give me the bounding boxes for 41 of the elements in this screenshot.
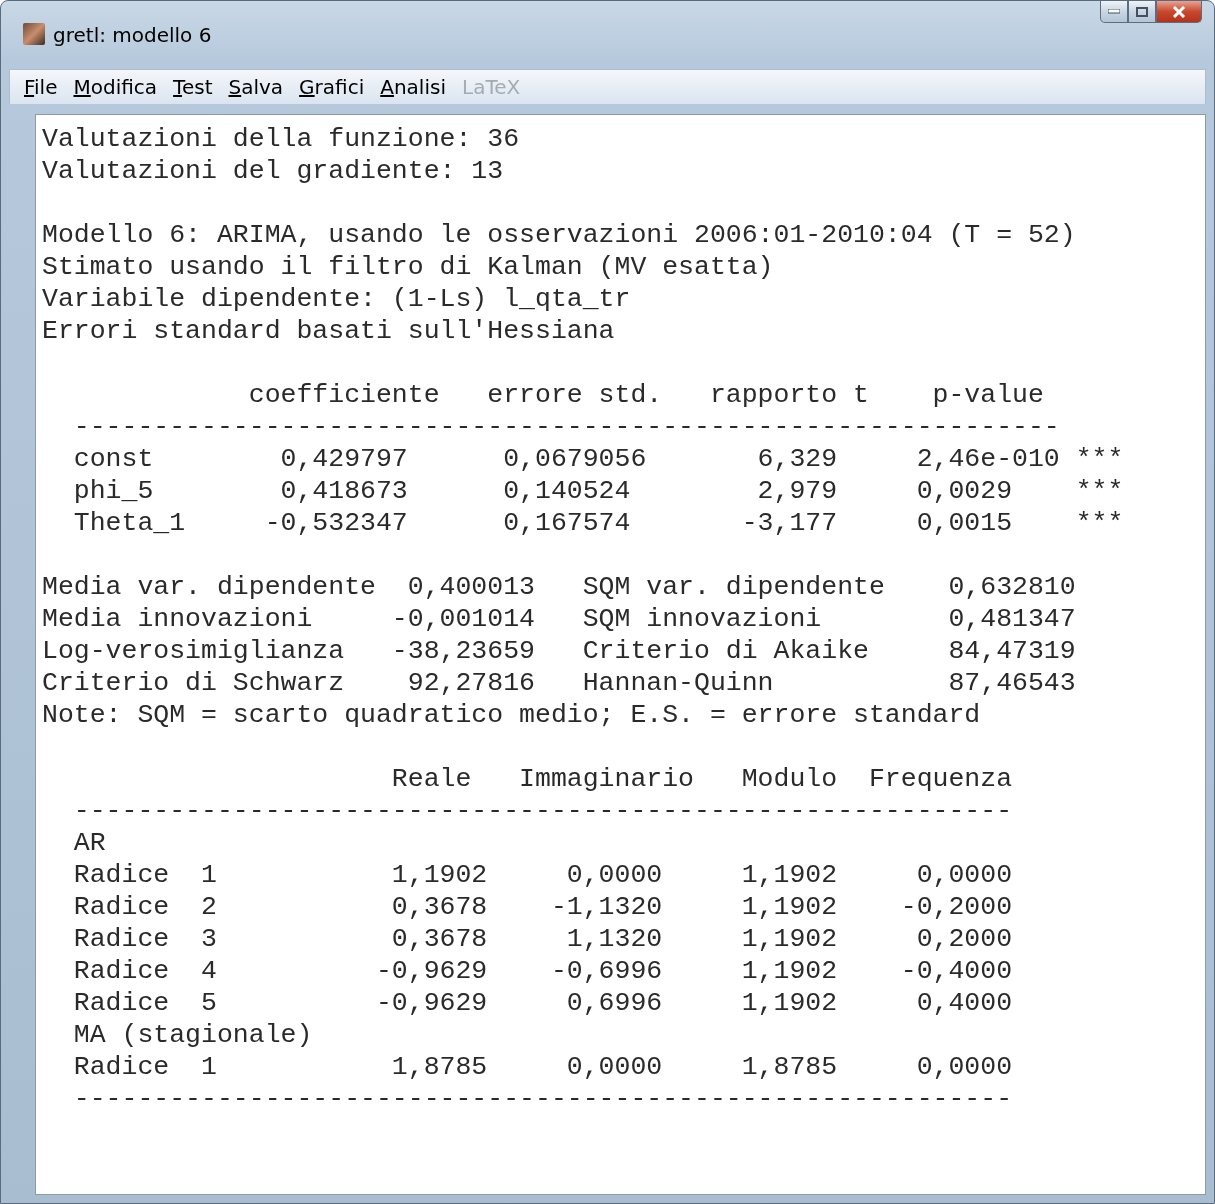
output-line: const 0,429797 0,0679056 6,329 2,46e-010 *** — [72, 443, 1124, 475]
maximize-button[interactable] — [1128, 1, 1156, 23]
maximize-icon — [1136, 6, 1148, 17]
menu-item[interactable]: Modifica — [65, 73, 166, 101]
output-line: Log-verosimiglianza -38,23659 Criterio di Akaike 84,47319 — [42, 635, 1076, 667]
output-line: Radice 1 1,1902 0,0000 1,1902 0,0000 — [72, 859, 1013, 891]
output-line: AR — [72, 827, 106, 859]
menu-item[interactable]: Analisi — [372, 73, 454, 101]
menu-item[interactable]: Test — [165, 73, 221, 101]
minimize-button[interactable] — [1100, 1, 1128, 23]
output-line: Note: SQM = scarto quadratico medio; E.S. = errore standard — [42, 699, 981, 731]
output-line: Media var. dipendente 0,400013 SQM var. dipendente 0,632810 — [42, 571, 1076, 603]
output-line: Radice 2 0,3678 -1,1320 1,1902 -0,2000 — [72, 891, 1013, 923]
close-button[interactable] — [1156, 1, 1202, 23]
output-line: Stimato usando il filtro di Kalman (MV esatta) — [42, 251, 774, 283]
output-line: MA (stagionale) — [72, 1019, 313, 1051]
output-line: -------------------------------------------------------------- — [72, 411, 1060, 443]
menu-item[interactable]: File — [16, 73, 66, 101]
output-line: Radice 4 -0,9629 -0,6996 1,1902 -0,4000 — [72, 955, 1013, 987]
output-line: ----------------------------------------------------------- — [72, 795, 1013, 827]
app-icon — [23, 23, 45, 45]
menu-item[interactable]: Grafici — [291, 73, 373, 101]
output-line: Radice 3 0,3678 1,1320 1,1902 0,2000 — [72, 923, 1013, 955]
window-title: gretl: modello 6 — [53, 23, 212, 47]
output-line: Reale Immaginario Modulo Frequenza — [390, 763, 1013, 795]
output-line: Theta_1 -0,532347 0,167574 -3,177 0,0015 *** — [72, 507, 1124, 539]
close-icon — [1172, 5, 1186, 18]
output-line: coefficiente errore std. rapporto t p-value — [247, 379, 1044, 411]
output-line: Valutazioni della funzione: 36 — [42, 123, 520, 155]
output-line: Criterio di Schwarz 92,27816 Hannan-Quinn 87,46543 — [42, 667, 1076, 699]
menu-item[interactable]: Salva — [220, 73, 292, 101]
output-line: Variabile dipendente: (1-Ls) l_qta_tr — [42, 283, 631, 315]
output-line: Radice 5 -0,9629 0,6996 1,1902 0,4000 — [72, 987, 1013, 1019]
output-line: Radice 1 1,8785 0,0000 1,8785 0,0000 — [72, 1051, 1013, 1083]
output-line: Errori standard basati sull'Hessiana — [42, 315, 615, 347]
output-line: Media innovazioni -0,001014 SQM innovazioni 0,481347 — [42, 603, 1076, 635]
output-line: Valutazioni del gradiente: 13 — [42, 155, 504, 187]
output-line: ----------------------------------------------------------- — [72, 1083, 1013, 1115]
output-line: Modello 6: ARIMA, usando le osservazioni 2006:01-2010:04 (T = 52) — [42, 219, 1076, 251]
output-line: phi_5 0,418673 0,140524 2,979 0,0029 *** — [72, 475, 1124, 507]
minimize-icon — [1108, 9, 1120, 14]
